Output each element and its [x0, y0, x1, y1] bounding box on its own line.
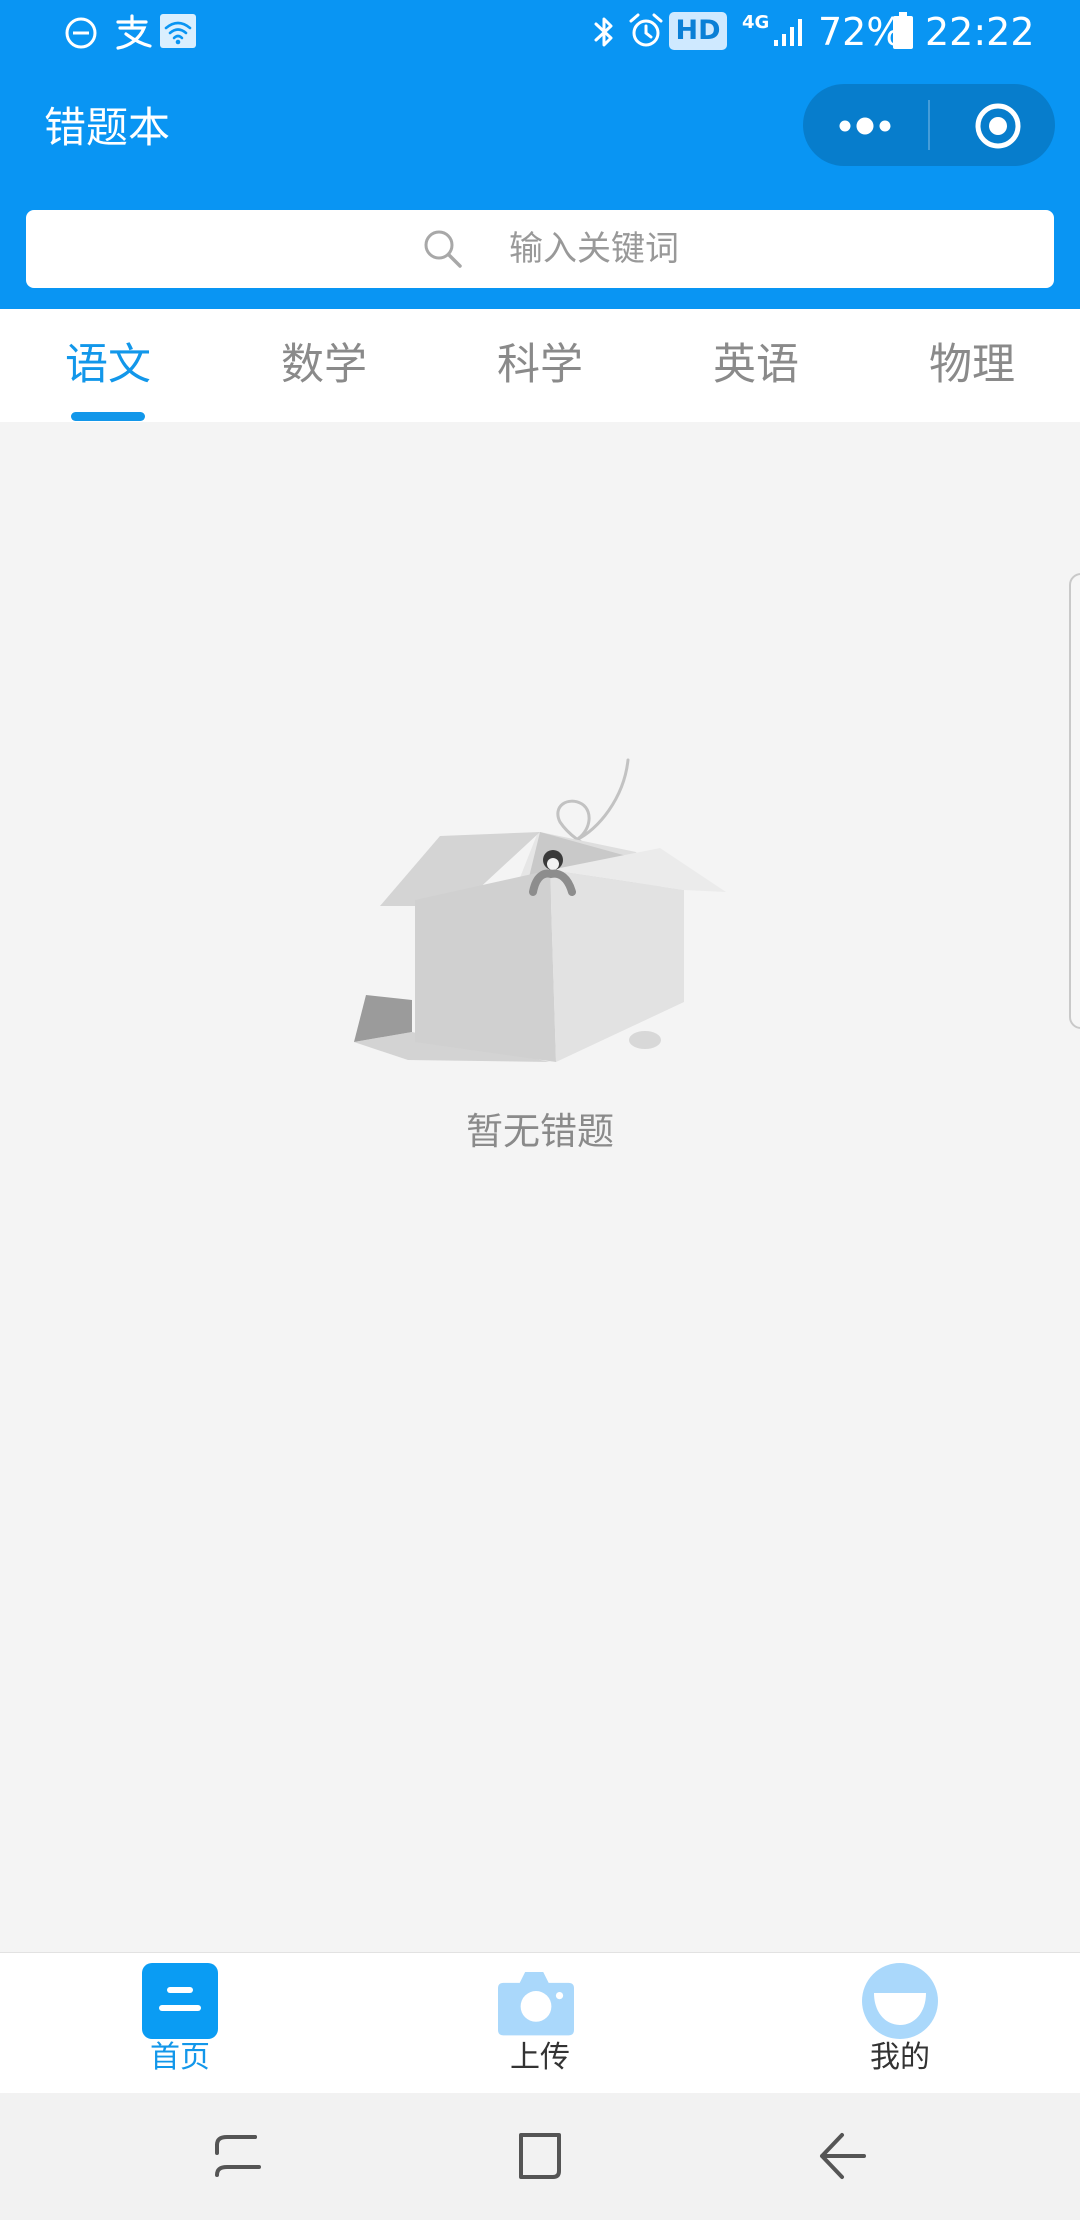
empty-box-illustration — [354, 758, 726, 1062]
mini-program-capsule — [803, 84, 1055, 166]
search-placeholder: 输入关键词 — [509, 229, 679, 269]
tab-label: 科学 — [497, 340, 583, 390]
subject-tabs: 语文 数学 科学 英语 物理 — [0, 309, 1080, 422]
tab-chinese[interactable]: 语文 — [0, 309, 216, 422]
tab-science[interactable]: 科学 — [432, 309, 648, 422]
tab-label: 物理 — [929, 340, 1015, 390]
app-header: HD 4G 72% 22:22 错题本 输入关键词 — [0, 0, 1080, 309]
search-icon — [424, 230, 462, 268]
system-navigation-bar — [0, 2093, 1080, 2220]
status-bar: HD 4G 72% 22:22 — [0, 0, 1080, 64]
camera-icon — [498, 1972, 574, 2036]
nav-home[interactable]: 首页 — [0, 1953, 360, 2094]
close-mini-program-button[interactable] — [930, 84, 1055, 166]
profile-icon — [862, 1963, 938, 2039]
tab-label: 语文 — [65, 340, 151, 390]
more-button[interactable] — [803, 84, 928, 166]
empty-state-message: 暂无错题 — [466, 1110, 614, 1153]
nav-label: 我的 — [870, 2040, 930, 2075]
bottom-navigation: 首页 上传 我的 — [0, 1952, 1080, 2094]
battery-percent: 72% — [818, 10, 903, 54]
alipay-icon — [116, 14, 152, 50]
battery-icon — [893, 12, 913, 49]
more-dots-icon — [839, 117, 891, 135]
tab-label: 数学 — [281, 340, 367, 390]
alarm-icon — [629, 13, 663, 47]
wifi-icon — [160, 14, 196, 48]
tab-label: 英语 — [713, 340, 799, 390]
tab-physics[interactable]: 物理 — [864, 309, 1080, 422]
tab-english[interactable]: 英语 — [648, 309, 864, 422]
home-icon — [142, 1963, 218, 2039]
home-square-icon[interactable] — [507, 2123, 573, 2189]
page-title: 错题本 — [44, 103, 171, 152]
recents-icon[interactable] — [205, 2123, 271, 2189]
active-tab-indicator — [71, 412, 145, 421]
hd-icon: HD — [669, 12, 727, 50]
target-close-icon — [975, 103, 1021, 149]
back-icon[interactable] — [808, 2123, 874, 2189]
tab-math[interactable]: 数学 — [216, 309, 432, 422]
floating-side-handle[interactable] — [1069, 573, 1080, 1029]
nav-label: 首页 — [150, 2040, 210, 2075]
dnd-icon — [65, 17, 97, 49]
bluetooth-icon — [594, 17, 613, 47]
nav-upload[interactable]: 上传 — [360, 1953, 720, 2094]
network-type: 4G — [742, 12, 770, 33]
nav-profile[interactable]: 我的 — [720, 1953, 1080, 2094]
clock-time: 22:22 — [925, 10, 1035, 54]
search-input[interactable]: 输入关键词 — [26, 210, 1054, 288]
signal-icon — [774, 19, 802, 46]
nav-label: 上传 — [510, 2040, 570, 2075]
